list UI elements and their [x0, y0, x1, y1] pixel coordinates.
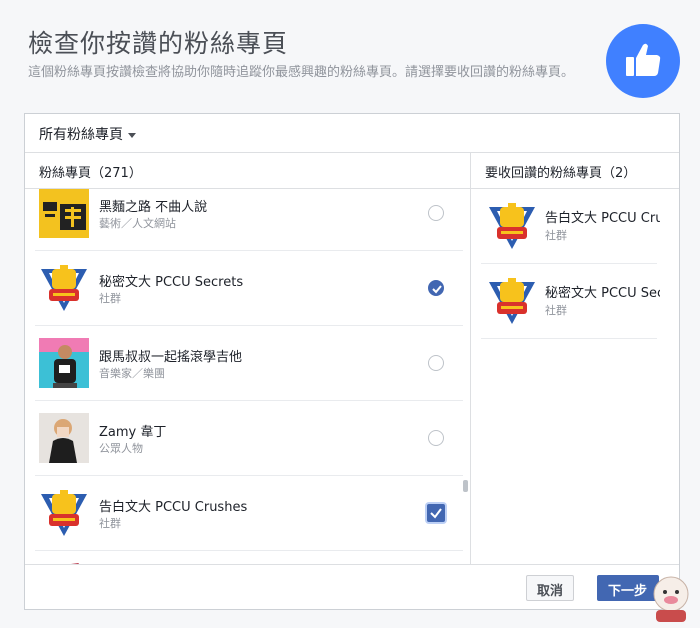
select-radio[interactable] — [428, 430, 444, 446]
page-row[interactable]: 跟馬叔叔一起搖滾學吉他 音樂家／樂團 — [35, 326, 463, 401]
page-row[interactable] — [35, 551, 463, 564]
filter-label: 所有粉絲專頁 — [39, 127, 123, 143]
select-radio[interactable] — [428, 205, 444, 221]
selected-page-name: 秘密文大 PCCU Secrets — [545, 286, 660, 301]
page-review-panel: 所有粉絲專頁 粉絲專頁（271） 黑麵之路 不曲人說 藝術／人文網站 秘密文大 … — [24, 113, 680, 610]
dialog-description: 這個粉絲專頁按讚檢查將協助你隨時追蹤你最感興趣的粉絲專頁。請選擇要收回讚的粉絲專… — [28, 65, 575, 80]
guitar-page-thumbnail — [39, 338, 89, 388]
page-name: 秘密文大 PCCU Secrets — [99, 275, 244, 290]
page-row[interactable]: 秘密文大 PCCU Secrets 社群 — [35, 251, 463, 326]
select-checkbox[interactable] — [427, 504, 445, 522]
thumbs-up-icon — [626, 43, 661, 76]
noodle-page-thumbnail — [39, 189, 89, 238]
page-category: 社群 — [99, 292, 121, 305]
pccu-crest-thumbnail — [39, 263, 89, 313]
cancel-button[interactable]: 取消 — [526, 575, 575, 601]
page-name: Zamy 韋丁 — [99, 425, 167, 440]
page-category: 社群 — [99, 517, 121, 530]
caret-down-icon — [128, 132, 136, 138]
page-name: 黑麵之路 不曲人說 — [99, 200, 208, 215]
select-radio[interactable] — [428, 355, 444, 371]
page-row[interactable]: Zamy 韋丁 公眾人物 — [35, 401, 463, 476]
pccu-crest-thumbnail — [487, 276, 537, 326]
page-name: 告白文大 PCCU Crushes — [99, 500, 248, 515]
filter-dropdown[interactable]: 所有粉絲專頁 — [39, 124, 136, 144]
filter-bar: 所有粉絲專頁 — [25, 114, 679, 153]
page-row[interactable]: 黑麵之路 不曲人說 藝術／人文網站 — [35, 189, 463, 251]
pccu-crest-thumbnail — [39, 488, 89, 538]
page-category: 音樂家／樂團 — [99, 367, 165, 380]
select-radio[interactable] — [428, 280, 444, 296]
scrollbar-thumb[interactable] — [463, 480, 468, 492]
pages-list-column: 粉絲專頁（271） 黑麵之路 不曲人說 藝術／人文網站 秘密文大 PCCU Se… — [25, 153, 471, 564]
selected-page-category: 社群 — [545, 304, 567, 317]
dialog-title: 檢查你按讚的粉絲專頁 — [28, 29, 289, 58]
zamy-page-thumbnail — [39, 413, 89, 463]
pccu-crest-thumbnail — [487, 201, 537, 251]
dialog-footer: 取消 下一步 — [25, 564, 679, 609]
unlike-column: 要收回讚的粉絲專頁（2） 告白文大 PCCU Crushes 社群 — [471, 153, 679, 564]
selected-page-category: 社群 — [545, 229, 567, 242]
page-name: 跟馬叔叔一起搖滾學吉他 — [99, 350, 243, 365]
like-badge — [606, 24, 680, 98]
selected-page-row: 秘密文大 PCCU Secrets 社群 — [481, 264, 660, 339]
unlike-list-header: 要收回讚的粉絲專頁（2） — [471, 153, 679, 189]
pages-list-header: 粉絲專頁（271） — [25, 153, 470, 189]
checkmark-icon — [432, 285, 442, 294]
checkmark-icon — [430, 508, 442, 519]
page-row[interactable]: 告白文大 PCCU Crushes 社群 — [35, 476, 463, 551]
page-category: 藝術／人文網站 — [99, 217, 176, 230]
selected-page-row: 告白文大 PCCU Crushes 社群 — [481, 189, 660, 264]
mascot-watermark — [644, 570, 698, 624]
selected-page-name: 告白文大 PCCU Crushes — [545, 211, 660, 226]
page-category: 公眾人物 — [99, 442, 143, 455]
pages-scroll-area[interactable]: 黑麵之路 不曲人說 藝術／人文網站 秘密文大 PCCU Secrets 社群 跟… — [25, 189, 470, 564]
